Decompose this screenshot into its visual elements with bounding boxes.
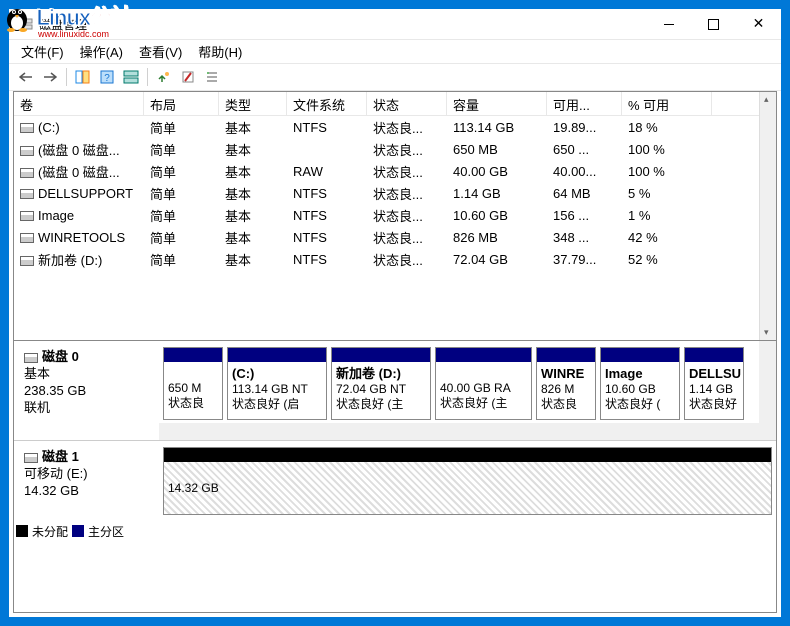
disk-1-size: 14.32 GB: [24, 483, 79, 498]
disk-0-type: 基本: [24, 366, 50, 381]
disk-0-title: 磁盘 0: [42, 349, 79, 364]
help-button[interactable]: ?: [96, 66, 118, 88]
menu-file[interactable]: 文件(F): [13, 39, 72, 64]
maximize-button[interactable]: [691, 9, 736, 39]
disk-icon: [24, 353, 38, 363]
volume-scrollbar[interactable]: [759, 92, 776, 340]
disk-0-status: 联机: [24, 400, 50, 415]
menu-help[interactable]: 帮助(H): [190, 39, 250, 64]
volume-row[interactable]: WINRETOOLS简单基本NTFS状态良...826 MB348 ...42 …: [14, 226, 776, 248]
disk-v-scrollbar[interactable]: [759, 341, 776, 440]
disk-1-row: 磁盘 1 可移动 (E:) 14.32 GB 14.32 GB: [14, 441, 776, 521]
disk-0-partitions: 650 M状态良 (C:)113.14 GB NT状态良好 (启 新加卷 (D:…: [159, 341, 776, 440]
disk-icon: [24, 453, 38, 463]
layout-button[interactable]: [120, 66, 142, 88]
legend-unalloc-icon: [16, 525, 28, 537]
col-volume[interactable]: 卷: [14, 92, 144, 115]
list-button[interactable]: [201, 66, 223, 88]
disk-1-info[interactable]: 磁盘 1 可移动 (E:) 14.32 GB: [14, 441, 159, 521]
partition[interactable]: 新加卷 (D:)72.04 GB NT状态良好 (主: [331, 347, 431, 420]
volume-row[interactable]: (C:)简单基本NTFS状态良...113.14 GB19.89...18 %: [14, 116, 776, 138]
partition[interactable]: WINRE826 M状态良: [536, 347, 596, 420]
window-controls: ✕: [646, 9, 781, 39]
partition[interactable]: 650 M状态良: [163, 347, 223, 420]
col-fs[interactable]: 文件系统: [287, 92, 367, 115]
volume-row[interactable]: 新加卷 (D:)简单基本NTFS状态良...72.04 GB37.79...52…: [14, 248, 776, 270]
legend-primary-icon: [72, 525, 84, 537]
volume-list: 卷 布局 类型 文件系统 状态 容量 可用... % 可用 (C:)简单基本NT…: [13, 91, 777, 341]
titlebar: 磁盘管理 ✕: [9, 9, 781, 39]
col-type[interactable]: 类型: [219, 92, 287, 115]
legend: 未分配 主分区: [14, 521, 776, 541]
close-button[interactable]: ✕: [736, 9, 781, 39]
legend-primary-label: 主分区: [88, 523, 124, 540]
col-capacity[interactable]: 容量: [447, 92, 547, 115]
menubar: 文件(F) 操作(A) 查看(V) 帮助(H): [9, 39, 781, 63]
properties-button[interactable]: [177, 66, 199, 88]
content-area: 卷 布局 类型 文件系统 状态 容量 可用... % 可用 (C:)简单基本NT…: [9, 91, 781, 617]
disk-h-scrollbar[interactable]: [159, 423, 759, 440]
partition[interactable]: 40.00 GB RA状态良好 (主: [435, 347, 532, 420]
col-pct[interactable]: % 可用: [622, 92, 712, 115]
disk-0-info[interactable]: 磁盘 0 基本 238.35 GB 联机: [14, 341, 159, 440]
disk-pane: 磁盘 0 基本 238.35 GB 联机 650 M状态良 (C:)113.14…: [13, 341, 777, 613]
disk-1-partitions: 14.32 GB: [159, 441, 776, 521]
volume-row[interactable]: Image简单基本NTFS状态良...10.60 GB156 ...1 %: [14, 204, 776, 226]
menu-action[interactable]: 操作(A): [72, 39, 131, 64]
col-status[interactable]: 状态: [367, 92, 447, 115]
volume-row[interactable]: DELLSUPPORT简单基本NTFS状态良...1.14 GB64 MB5 %: [14, 182, 776, 204]
svg-text:?: ?: [104, 73, 110, 84]
disk-0-row: 磁盘 0 基本 238.35 GB 联机 650 M状态良 (C:)113.14…: [14, 341, 776, 441]
legend-unalloc-label: 未分配: [32, 523, 68, 540]
window-title: 磁盘管理: [39, 16, 87, 33]
col-layout[interactable]: 布局: [144, 92, 219, 115]
disk-1-type: 可移动 (E:): [24, 466, 88, 481]
minimize-button[interactable]: [646, 9, 691, 39]
col-free[interactable]: 可用...: [547, 92, 622, 115]
menu-view[interactable]: 查看(V): [131, 39, 190, 64]
volume-row[interactable]: (磁盘 0 磁盘...简单基本RAW状态良...40.00 GB40.00...…: [14, 160, 776, 182]
partition-unallocated[interactable]: 14.32 GB: [163, 447, 772, 515]
partition[interactable]: DELLSU1.14 GB状态良好: [684, 347, 744, 420]
app-icon: [17, 16, 33, 32]
show-hide-button[interactable]: [72, 66, 94, 88]
refresh-button[interactable]: [153, 66, 175, 88]
disk-0-size: 238.35 GB: [24, 383, 86, 398]
partition[interactable]: Image10.60 GB状态良好 (: [600, 347, 680, 420]
toolbar: ?: [9, 63, 781, 91]
forward-button[interactable]: [39, 66, 61, 88]
partition-size: 14.32 GB: [168, 481, 219, 495]
volume-row[interactable]: (磁盘 0 磁盘...简单基本状态良...650 MB650 ...100 %: [14, 138, 776, 160]
back-button[interactable]: [15, 66, 37, 88]
main-window: 磁盘管理 ✕ 文件(F) 操作(A) 查看(V) 帮助(H) ? 卷 布局 类型: [8, 8, 782, 618]
partition[interactable]: (C:)113.14 GB NT状态良好 (启: [227, 347, 327, 420]
disk-1-title: 磁盘 1: [42, 449, 79, 464]
volume-list-header: 卷 布局 类型 文件系统 状态 容量 可用... % 可用: [14, 92, 776, 116]
